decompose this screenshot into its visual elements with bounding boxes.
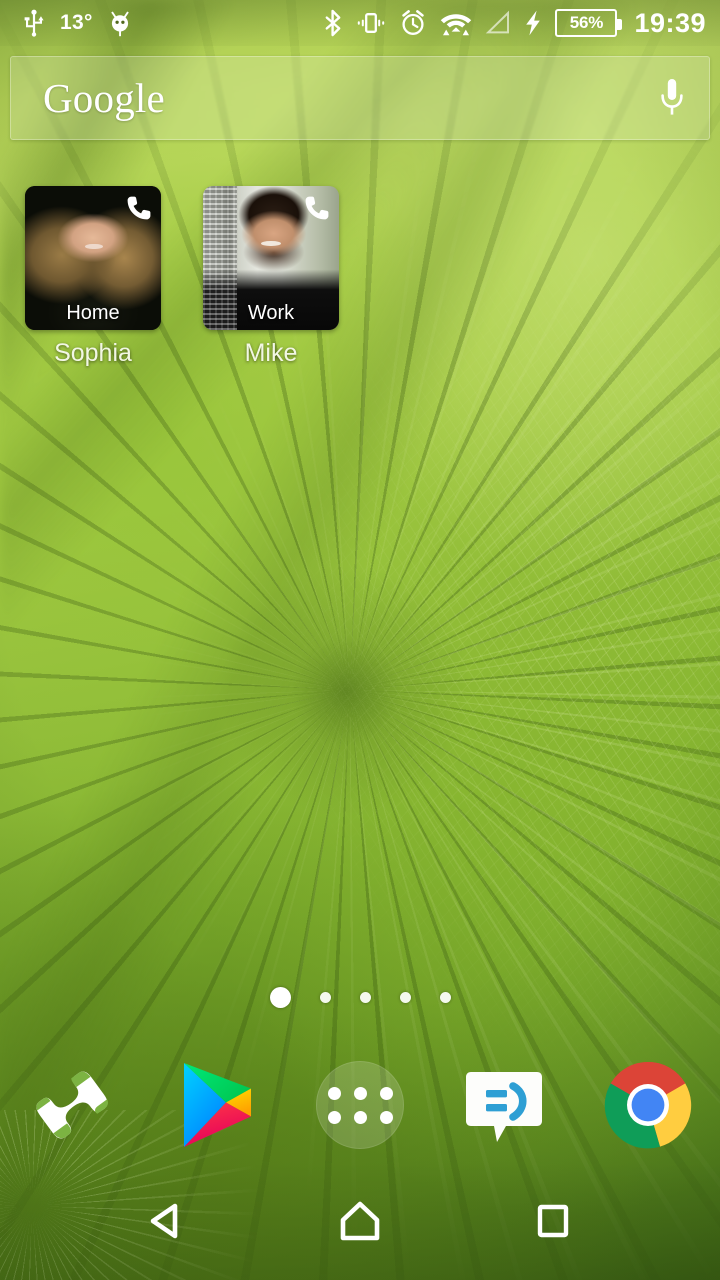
home-house-icon (340, 1201, 380, 1241)
phone-icon[interactable] (124, 193, 154, 228)
phone-handset-icon (36, 1071, 109, 1139)
nav-home-button[interactable] (312, 1176, 408, 1266)
alarm-clock-icon (402, 10, 425, 35)
status-bar[interactable]: 13° 56% 19:39 (0, 0, 720, 46)
app-drawer-dots (327, 1086, 393, 1124)
navigation-bar (0, 1162, 720, 1280)
contact-label: Home (66, 302, 120, 324)
contact-label: Work (247, 302, 295, 324)
contact-card[interactable]: Home (25, 186, 161, 330)
contact-card[interactable]: Work (203, 186, 339, 330)
weather-temperature: 13° (60, 11, 93, 34)
messaging-smiley-icon (466, 1072, 542, 1142)
recents-square-icon (538, 1204, 569, 1238)
usb-icon (24, 9, 44, 37)
dock-item-messaging[interactable] (432, 1046, 576, 1164)
dock-item-phone[interactable] (0, 1046, 144, 1164)
contact-widget-sophia[interactable]: Home Sophia (25, 186, 161, 368)
dock-item-app-drawer[interactable] (288, 1046, 432, 1164)
status-bar-left-icons: 13° (22, 9, 133, 37)
phone-icon[interactable] (302, 193, 332, 228)
contact-name: Mike (244, 339, 298, 367)
dock (0, 1046, 720, 1164)
android-home-screen: 13° 56% 19:39 Google Home Sophia Work Mi… (0, 0, 720, 1280)
contact-widget-mike[interactable]: Work Mike (203, 186, 339, 368)
voice-search-button[interactable] (657, 75, 687, 121)
battery-icon: 56% (555, 9, 623, 37)
page-indicator (0, 987, 720, 1008)
wifi-icon (441, 14, 472, 36)
page-dot[interactable] (319, 992, 331, 1003)
nav-back-button[interactable] (119, 1176, 215, 1266)
google-logo-text: Google (43, 75, 165, 121)
page-dot[interactable] (399, 992, 411, 1003)
page-dot-active[interactable] (269, 987, 291, 1008)
cell-signal-icon (486, 10, 510, 34)
chrome-icon (604, 1061, 692, 1149)
google-search-bar[interactable]: Google (10, 56, 710, 140)
status-bar-right-icons: 56% 19:39 (323, 8, 706, 39)
microphone-icon (661, 79, 683, 115)
page-dot[interactable] (359, 992, 371, 1003)
dock-item-play-store[interactable] (144, 1046, 288, 1164)
android-head-icon (110, 11, 129, 37)
bluetooth-icon (326, 9, 341, 37)
status-clock: 19:39 (634, 7, 706, 38)
google-play-icon (184, 1063, 251, 1147)
battery-percent-label: 56% (569, 13, 604, 32)
contact-name: Sophia (54, 339, 132, 367)
app-drawer-icon[interactable] (316, 1061, 404, 1149)
nav-recents-button[interactable] (505, 1176, 601, 1266)
charging-bolt-icon (526, 10, 541, 36)
page-dot[interactable] (439, 992, 451, 1003)
vibrate-icon (358, 13, 385, 33)
back-triangle-icon (150, 1203, 177, 1239)
dock-item-chrome[interactable] (576, 1046, 720, 1164)
